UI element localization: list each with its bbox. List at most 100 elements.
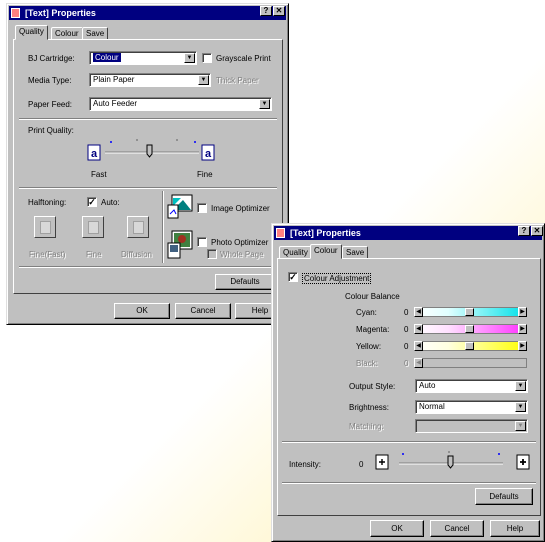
print-quality-label: Print Quality: [28, 126, 74, 135]
window-title: [Text] Properties [290, 228, 361, 238]
yellow-thumb[interactable] [465, 342, 474, 350]
intensity-slider[interactable] [375, 450, 535, 476]
chevron-down-icon[interactable]: ▼ [515, 381, 526, 391]
chevron-down-icon[interactable]: ▼ [515, 402, 526, 412]
chevron-down-icon[interactable]: ▼ [184, 53, 195, 63]
cancel-button[interactable]: Cancel [175, 303, 231, 319]
divider [19, 118, 277, 120]
chevron-down-icon[interactable]: ▼ [198, 75, 209, 85]
help-title-button[interactable]: ? [260, 6, 272, 16]
cancel-button[interactable]: Cancel [430, 520, 484, 537]
chevron-left-icon[interactable]: ◀ [414, 324, 423, 334]
quality-slider[interactable]: a a [87, 136, 227, 164]
cyan-thumb[interactable] [465, 308, 474, 316]
halftoning-label: Halftoning: [28, 198, 67, 207]
fast-label: Fast [91, 170, 107, 179]
cyan-value: 0 [404, 308, 409, 317]
photo-optimizer-label: Photo Optimizer [211, 238, 269, 247]
slider-thumb [146, 144, 153, 158]
magenta-thumb[interactable] [465, 325, 474, 333]
black-slider[interactable]: ◀ [414, 358, 527, 368]
grayscale-label: Grayscale Print [216, 54, 271, 63]
quality-properties-window: [Text] Properties ? ✕ Quality Colour Sav… [6, 3, 289, 325]
paper-feed-label: Paper Feed: [28, 100, 73, 109]
window-title-bar[interactable]: [Text] Properties [9, 6, 286, 20]
paper-feed-select[interactable]: Auto Feeder ▼ [89, 97, 272, 111]
window-title-bar[interactable]: [Text] Properties [274, 226, 542, 240]
chevron-left-icon[interactable]: ◀ [414, 358, 423, 368]
colour-balance-label: Colour Balance [345, 292, 400, 301]
matching-label: Matching: [349, 422, 384, 431]
grayscale-checkbox[interactable] [202, 53, 212, 63]
fine-label: Fine [197, 170, 213, 179]
cartridge-select[interactable]: Colour ▼ [89, 51, 197, 65]
cyan-label: Cyan: [356, 308, 377, 317]
svg-text:a: a [91, 148, 98, 160]
close-icon[interactable]: ✕ [273, 6, 285, 16]
chevron-right-icon[interactable]: ▶ [518, 324, 527, 334]
black-value: 0 [404, 359, 409, 368]
vertical-divider [162, 191, 164, 263]
chevron-left-icon[interactable]: ◀ [414, 307, 423, 317]
brightness-label: Brightness: [349, 403, 390, 412]
halftone-fine-fast-button[interactable] [34, 216, 56, 238]
halftone-fine-button[interactable] [82, 216, 104, 238]
magenta-slider[interactable]: ◀ ▶ [414, 324, 527, 334]
image-optimizer-checkbox[interactable] [197, 203, 207, 213]
image-optimizer-icon [167, 194, 193, 219]
thick-paper-label: Thick Paper [216, 76, 259, 85]
chevron-right-icon[interactable]: ▶ [518, 307, 527, 317]
divider [19, 266, 277, 268]
paper-feed-value: Auto Feeder [93, 99, 138, 108]
magenta-label: Magenta: [356, 325, 390, 334]
magenta-value: 0 [404, 325, 409, 334]
divider [19, 187, 277, 189]
whole-page-label: Whole Page [220, 250, 264, 259]
intensity-value: 0 [359, 460, 364, 469]
colour-adjustment-checkbox[interactable]: ✓ [288, 272, 298, 282]
help-button[interactable]: Help [490, 520, 540, 537]
yellow-value: 0 [404, 342, 409, 351]
auto-checkbox[interactable]: ✓ [87, 197, 97, 207]
photo-optimizer-checkbox[interactable] [197, 237, 207, 247]
output-style-select[interactable]: Auto ▼ [415, 379, 528, 393]
chevron-down-icon[interactable]: ▼ [259, 99, 270, 109]
tab-quality[interactable]: Quality [15, 25, 48, 40]
divider [282, 482, 536, 484]
whole-page-checkbox[interactable] [207, 249, 217, 259]
cartridge-value: Colour [93, 53, 121, 62]
cartridge-label: BJ Cartridge: [28, 54, 75, 63]
fine-fast-label: Fine(Fast) [29, 250, 66, 259]
svg-text:a: a [205, 148, 212, 160]
media-type-value: Plain Paper [93, 75, 135, 84]
matching-select[interactable]: ▼ [415, 419, 528, 433]
media-type-label: Media Type: [28, 76, 72, 85]
brightness-select[interactable]: Normal ▼ [415, 400, 528, 414]
cyan-slider[interactable]: ◀ ▶ [414, 307, 527, 317]
chevron-left-icon[interactable]: ◀ [414, 341, 423, 351]
intensity-label: Intensity: [289, 460, 322, 469]
output-style-label: Output Style: [349, 382, 396, 391]
chevron-right-icon[interactable]: ▶ [518, 341, 527, 351]
colour-adjustment-label: Colour Adjustment [302, 273, 372, 284]
defaults-button[interactable]: Defaults [475, 488, 533, 505]
ok-button[interactable]: OK [370, 520, 424, 537]
auto-label: Auto: [101, 198, 120, 207]
halftone-diffusion-button[interactable] [127, 216, 149, 238]
help-title-button[interactable]: ? [518, 226, 530, 236]
fine-halftone-label: Fine [86, 250, 102, 259]
close-icon[interactable]: ✕ [531, 226, 543, 236]
yellow-label: Yellow: [356, 342, 382, 351]
defaults-button[interactable]: Defaults [215, 274, 275, 290]
ok-button[interactable]: OK [114, 303, 170, 319]
media-type-select[interactable]: Plain Paper ▼ [89, 73, 211, 87]
printer-icon [276, 228, 285, 238]
divider [282, 441, 536, 443]
image-optimizer-label: Image Optimizer [211, 204, 270, 213]
yellow-slider[interactable]: ◀ ▶ [414, 341, 527, 351]
brightness-value: Normal [419, 402, 445, 411]
photo-optimizer-icon [167, 230, 193, 259]
black-label: Black: [356, 359, 378, 368]
chevron-down-icon[interactable]: ▼ [515, 421, 526, 431]
tab-colour[interactable]: Colour [310, 244, 342, 259]
